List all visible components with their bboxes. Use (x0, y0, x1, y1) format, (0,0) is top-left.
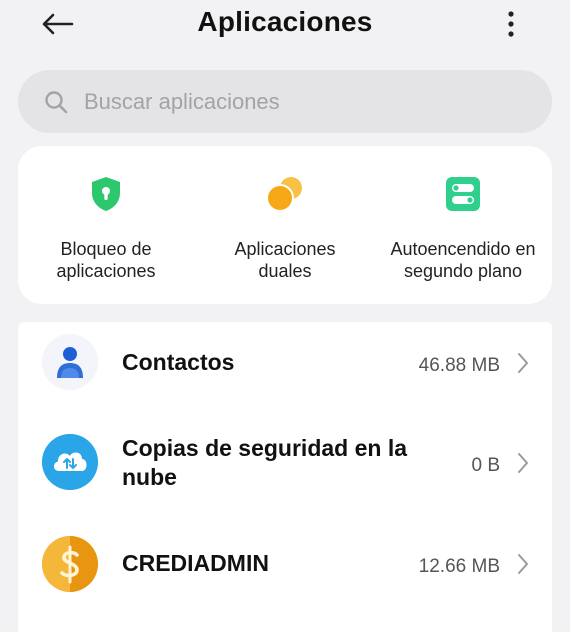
toggle-icon (443, 174, 483, 214)
app-row-copias-seguridad[interactable]: Copias de seguridad en la nube 0 B (18, 422, 552, 522)
dual-circles-icon (265, 174, 305, 214)
app-size: 46.88 MB (418, 355, 500, 376)
shield-lock-icon (86, 174, 126, 214)
app-row-crediadmin[interactable]: CREDIADMIN 12.66 MB (18, 522, 552, 622)
shortcut-app-lock[interactable]: Bloqueo de aplicaciones (26, 146, 186, 304)
app-name-line: nube (122, 464, 177, 490)
dollar-coin-icon (42, 536, 98, 592)
app-name-line: CREDIADMIN (122, 550, 269, 576)
shortcut-label-line: aplicaciones (56, 261, 156, 281)
cloud-backup-icon (42, 434, 98, 490)
app-size: 0 B (471, 455, 500, 476)
more-options-button[interactable] (496, 6, 526, 42)
shortcut-label-line: Autoencendido en (390, 239, 536, 259)
chevron-right-icon (518, 453, 528, 473)
shortcut-card: Bloqueo de aplicaciones Aplicaciones dua… (18, 146, 552, 304)
shortcut-label-line: Aplicaciones (234, 239, 336, 259)
app-size: 12.66 MB (418, 556, 500, 577)
search-icon (45, 90, 68, 113)
app-list: Contactos 46.88 MB Copias de seguridad e… (18, 322, 552, 632)
shortcut-label-line: duales (258, 261, 312, 281)
shortcut-label: Autoencendido en segundo plano (390, 238, 535, 282)
app-name-line: Contactos (122, 349, 235, 375)
contacts-icon (42, 334, 98, 390)
app-name: Contactos (122, 348, 422, 377)
chevron-right-icon (518, 554, 528, 574)
page-title: Aplicaciones (197, 6, 373, 37)
shortcut-label: Aplicaciones duales (234, 238, 335, 282)
shortcut-label-line: Bloqueo de (60, 239, 152, 259)
top-bar: Aplicaciones (0, 0, 570, 50)
shortcut-label-line: segundo plano (403, 261, 523, 281)
app-name: CREDIADMIN (122, 549, 422, 578)
shortcut-background-autostart[interactable]: Autoencendido en segundo plano (378, 146, 548, 304)
shortcut-label: Bloqueo de aplicaciones (56, 238, 155, 282)
search-input[interactable] (82, 87, 502, 116)
search-bar[interactable] (18, 70, 552, 133)
app-name: Copias de seguridad en la nube (122, 434, 422, 492)
more-vertical-icon (508, 11, 514, 37)
app-row-contactos[interactable]: Contactos 46.88 MB (18, 322, 552, 422)
chevron-right-icon (518, 353, 528, 373)
shortcut-dual-apps[interactable]: Aplicaciones duales (205, 146, 365, 304)
app-name-line: Copias de seguridad en la (122, 435, 408, 461)
